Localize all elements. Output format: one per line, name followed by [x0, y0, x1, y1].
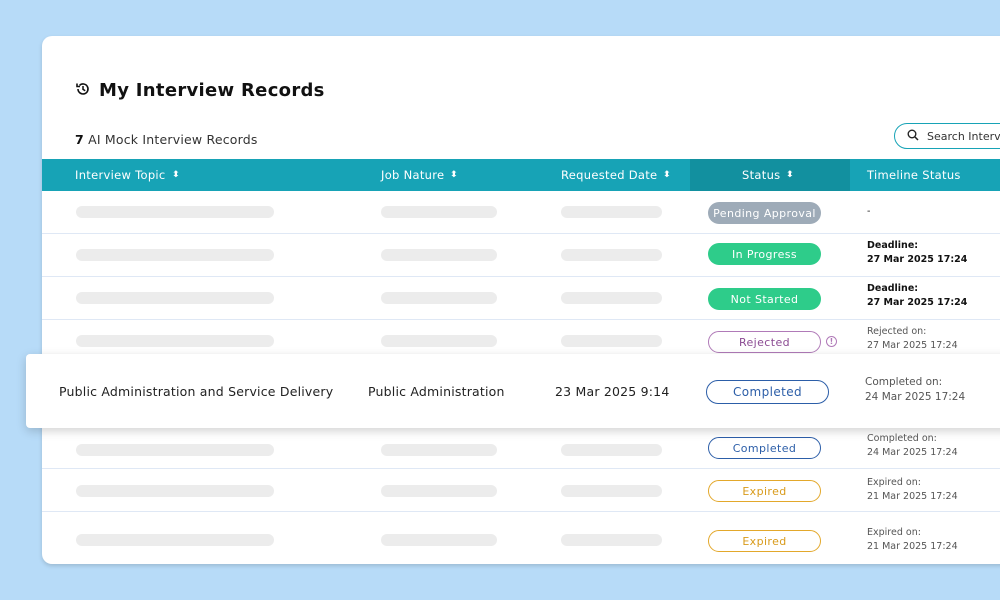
search-icon	[907, 129, 919, 144]
timeline-date: 27 Mar 2025 17:24	[867, 297, 968, 308]
row-job-nature: Public Administration	[368, 384, 505, 399]
timeline-status: Expired on: 21 Mar 2025 17:24	[867, 476, 958, 504]
column-label: Status	[742, 168, 781, 182]
timeline-status: -	[867, 205, 870, 219]
status-badge: Completed	[708, 437, 821, 459]
timeline-status: Completed on: 24 Mar 2025 17:24	[867, 432, 958, 460]
timeline-status: Expired on: 21 Mar 2025 17:24	[867, 526, 958, 554]
timeline-status: Rejected on: 27 Mar 2025 17:24	[867, 325, 958, 353]
column-header-status[interactable]: Status ⬍	[742, 159, 794, 191]
skeleton-job-nature	[381, 292, 497, 304]
table-row[interactable]: Completed Completed on: 24 Mar 2025 17:2…	[42, 426, 1000, 469]
sort-icon[interactable]: ⬍	[171, 170, 180, 180]
timeline-status: Deadline: 27 Mar 2025 17:24	[867, 282, 967, 310]
page-title: My Interview Records	[99, 80, 325, 101]
timeline-label: Completed on:	[865, 376, 943, 388]
column-header-timeline-status: Timeline Status	[867, 159, 961, 191]
column-header-requested-date[interactable]: Requested Date ⬍	[561, 159, 671, 191]
records-card: My Interview Records 7 AI Mock Interview…	[42, 36, 1000, 564]
skeleton-topic	[76, 292, 274, 304]
timeline-label: Rejected on:	[867, 326, 927, 337]
column-label: Requested Date	[561, 168, 658, 182]
timeline-status: Deadline: 27 Mar 2025 17:24	[867, 239, 967, 267]
table-row[interactable]: Expired Expired on: 21 Mar 2025 17:24	[42, 512, 1000, 564]
sort-icon[interactable]: ⬍	[450, 170, 459, 180]
timeline-label: Expired on:	[867, 477, 921, 488]
timeline-date: -	[867, 206, 871, 217]
records-count-label: AI Mock Interview Records	[88, 132, 258, 147]
records-count: 7 AI Mock Interview Records	[75, 132, 258, 147]
sort-icon[interactable]: ⬍	[663, 170, 672, 180]
skeleton-job-nature	[381, 335, 497, 347]
table-row[interactable]: Pending Approval -	[42, 191, 1000, 234]
skeleton-date	[561, 485, 662, 497]
skeleton-topic	[76, 335, 274, 347]
skeleton-topic	[76, 206, 274, 218]
status-badge: Pending Approval	[708, 202, 821, 224]
status-badge: Not Started	[708, 288, 821, 310]
history-icon	[75, 81, 91, 101]
skeleton-job-nature	[381, 444, 497, 456]
status-badge: Expired	[708, 530, 821, 552]
skeleton-date	[561, 206, 662, 218]
table-header: Interview Topic ⬍ Job Nature ⬍ Requested…	[42, 159, 1000, 191]
skeleton-date	[561, 534, 662, 546]
column-label: Interview Topic	[75, 168, 166, 182]
skeleton-job-nature	[381, 206, 497, 218]
timeline-label: Deadline:	[867, 240, 919, 251]
timeline-label: Completed on:	[867, 433, 937, 444]
timeline-label: Deadline:	[867, 283, 919, 294]
status-badge: Expired	[708, 480, 821, 502]
skeleton-date	[561, 292, 662, 304]
title-row: My Interview Records	[75, 80, 325, 101]
skeleton-topic	[76, 485, 274, 497]
sort-icon[interactable]: ⬍	[786, 170, 795, 180]
skeleton-job-nature	[381, 249, 497, 261]
records-count-number: 7	[75, 132, 84, 147]
skeleton-date	[561, 249, 662, 261]
status-badge: In Progress	[708, 243, 821, 265]
timeline-date: 21 Mar 2025 17:24	[867, 491, 958, 502]
column-header-interview-topic[interactable]: Interview Topic ⬍	[75, 159, 179, 191]
column-header-job-nature[interactable]: Job Nature ⬍	[381, 159, 458, 191]
status-badge: Rejected	[708, 331, 821, 353]
timeline-date: 21 Mar 2025 17:24	[867, 541, 958, 552]
skeleton-job-nature	[381, 534, 497, 546]
skeleton-date	[561, 335, 662, 347]
timeline-date: 24 Mar 2025 17:24	[867, 447, 958, 458]
highlighted-row[interactable]: Public Administration and Service Delive…	[26, 354, 1000, 428]
search-placeholder: Search Interv	[927, 129, 1000, 143]
search-input[interactable]: Search Interv	[894, 123, 1000, 149]
skeleton-topic	[76, 249, 274, 261]
status-badge: Completed	[706, 380, 829, 404]
timeline-date: 27 Mar 2025 17:24	[867, 340, 958, 351]
skeleton-topic	[76, 534, 274, 546]
timeline-date: 24 Mar 2025 17:24	[865, 391, 966, 403]
timeline-label: Expired on:	[867, 527, 921, 538]
info-icon[interactable]: !	[826, 336, 837, 347]
table-row[interactable]: Expired Expired on: 21 Mar 2025 17:24	[42, 469, 1000, 512]
timeline-date: 27 Mar 2025 17:24	[867, 254, 968, 265]
column-label: Job Nature	[381, 168, 445, 182]
skeleton-topic	[76, 444, 274, 456]
column-label: Timeline Status	[867, 168, 961, 182]
row-requested-date: 23 Mar 2025 9:14	[555, 384, 670, 399]
skeleton-job-nature	[381, 485, 497, 497]
table-row[interactable]: Not Started Deadline: 27 Mar 2025 17:24	[42, 277, 1000, 320]
timeline-status: Completed on: 24 Mar 2025 17:24	[865, 375, 965, 405]
table-row[interactable]: In Progress Deadline: 27 Mar 2025 17:24	[42, 234, 1000, 277]
skeleton-date	[561, 444, 662, 456]
row-topic: Public Administration and Service Delive…	[59, 384, 334, 399]
